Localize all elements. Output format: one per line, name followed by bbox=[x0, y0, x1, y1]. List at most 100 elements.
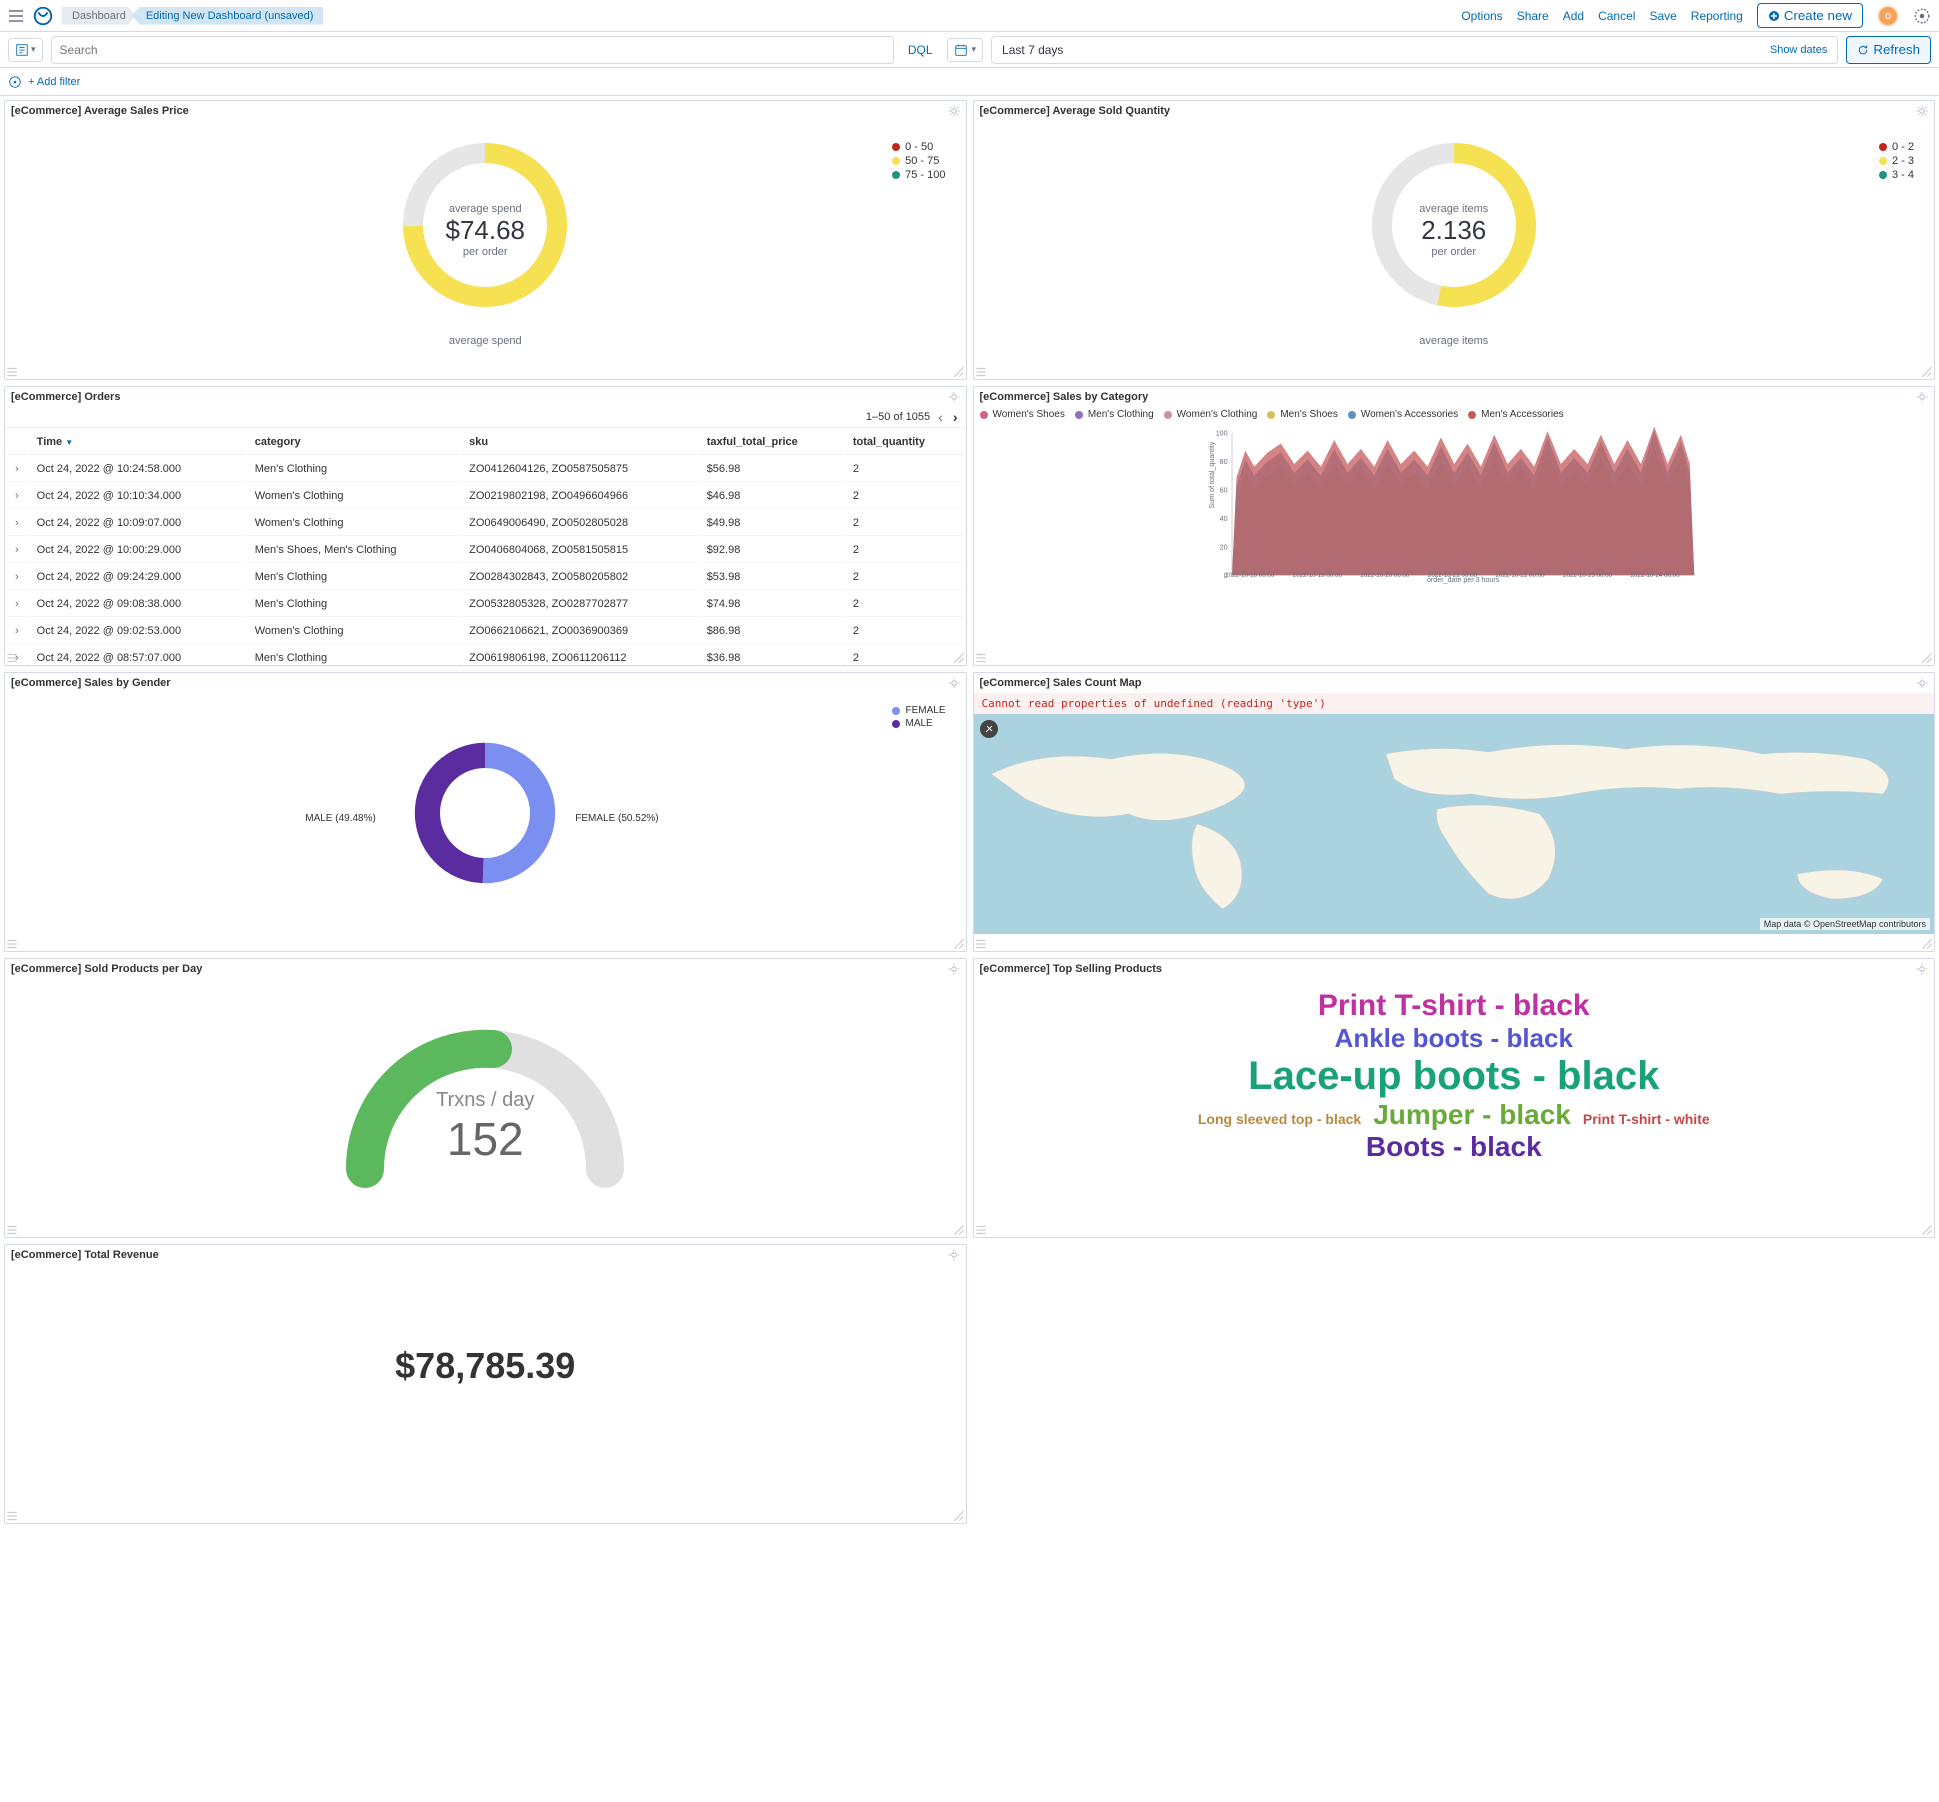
filter-settings-icon[interactable] bbox=[8, 75, 22, 89]
expand-row-icon[interactable]: › bbox=[7, 457, 27, 482]
word-cloud[interactable]: Print T-shirt - blackAnkle boots - black… bbox=[974, 979, 1935, 1173]
time-range[interactable]: Last 7 days Show dates bbox=[991, 36, 1838, 64]
resize-handle-icon[interactable] bbox=[952, 365, 966, 379]
legend-item[interactable]: 75 - 100 bbox=[892, 169, 945, 181]
legend-item[interactable]: 2 - 3 bbox=[1879, 155, 1914, 167]
panel-top-selling-products[interactable]: [eCommerce] Top Selling Products Print T… bbox=[973, 958, 1936, 1238]
panel-sales-count-map[interactable]: [eCommerce] Sales Count Map Cannot read … bbox=[973, 672, 1936, 952]
expand-row-icon[interactable]: › bbox=[7, 511, 27, 536]
resize-handle-icon[interactable] bbox=[1920, 1223, 1934, 1237]
wordcloud-term[interactable]: Ankle boots - black bbox=[1329, 1023, 1579, 1054]
legend-item[interactable]: 0 - 2 bbox=[1879, 141, 1914, 153]
wordcloud-term[interactable]: Long sleeved top - black bbox=[1192, 1111, 1367, 1127]
gear-icon[interactable] bbox=[948, 1249, 960, 1261]
resize-handle-icon[interactable] bbox=[1920, 937, 1934, 951]
resize-handle-icon[interactable] bbox=[952, 937, 966, 951]
wordcloud-term[interactable]: Jumper - black bbox=[1367, 1099, 1577, 1131]
gear-icon[interactable] bbox=[1916, 391, 1928, 403]
resize-handle-icon[interactable] bbox=[952, 651, 966, 665]
resize-handle-icon[interactable] bbox=[1920, 365, 1934, 379]
expand-row-icon[interactable]: › bbox=[7, 592, 27, 617]
gear-icon[interactable] bbox=[1916, 677, 1928, 689]
table-row[interactable]: ›Oct 24, 2022 @ 09:24:29.000Men's Clothi… bbox=[7, 565, 964, 590]
panel-sales-by-gender[interactable]: [eCommerce] Sales by Gender FEMALEMALE M… bbox=[4, 672, 967, 952]
resize-handle-icon[interactable] bbox=[952, 1509, 966, 1523]
table-row[interactable]: ›Oct 24, 2022 @ 10:10:34.000Women's Clot… bbox=[7, 484, 964, 509]
gear-icon[interactable] bbox=[948, 963, 960, 975]
gear-icon[interactable] bbox=[1916, 105, 1928, 117]
legend-item[interactable]: 3 - 4 bbox=[1879, 169, 1914, 181]
legend-item[interactable]: Men's Accessories bbox=[1468, 409, 1564, 420]
show-dates-link[interactable]: Show dates bbox=[1770, 44, 1827, 56]
table-row[interactable]: ›Oct 24, 2022 @ 10:09:07.000Women's Clot… bbox=[7, 511, 964, 536]
legend-item[interactable]: Men's Clothing bbox=[1075, 409, 1154, 420]
legend-item[interactable]: 0 - 50 bbox=[892, 141, 945, 153]
panel-avg-sold-quantity[interactable]: [eCommerce] Average Sold Quantity 0 - 22… bbox=[973, 100, 1936, 380]
table-row[interactable]: ›Oct 24, 2022 @ 10:00:29.000Men's Shoes,… bbox=[7, 538, 964, 563]
reporting-link[interactable]: Reporting bbox=[1691, 9, 1743, 23]
panel-sold-products-per-day[interactable]: [eCommerce] Sold Products per Day Trxns … bbox=[4, 958, 967, 1238]
area-chart[interactable]: 020406080100 Sum of total_quantity 2022-… bbox=[980, 424, 1929, 584]
drag-handle-icon[interactable] bbox=[5, 365, 19, 379]
newsfeed-icon[interactable] bbox=[1913, 7, 1931, 25]
drag-handle-icon[interactable] bbox=[5, 1223, 19, 1237]
table-row[interactable]: ›Oct 24, 2022 @ 08:57:07.000Men's Clothi… bbox=[7, 646, 964, 671]
next-page-button[interactable]: › bbox=[951, 409, 960, 425]
gear-icon[interactable] bbox=[948, 677, 960, 689]
drag-handle-icon[interactable] bbox=[5, 651, 19, 665]
share-link[interactable]: Share bbox=[1517, 9, 1549, 23]
wordcloud-term[interactable]: Print T-shirt - black bbox=[1312, 989, 1596, 1023]
options-link[interactable]: Options bbox=[1461, 9, 1502, 23]
map-tools-button[interactable] bbox=[980, 720, 998, 738]
time-quick-select[interactable]: ▾ bbox=[947, 38, 984, 62]
save-link[interactable]: Save bbox=[1649, 9, 1676, 23]
prev-page-button[interactable]: ‹ bbox=[936, 409, 945, 425]
add-link[interactable]: Add bbox=[1563, 9, 1584, 23]
table-header[interactable]: taxful_total_price bbox=[699, 430, 843, 455]
legend-item[interactable]: Women's Clothing bbox=[1164, 409, 1258, 420]
table-header[interactable]: total_quantity bbox=[845, 430, 964, 455]
wordcloud-term[interactable]: Lace-up boots - black bbox=[1242, 1054, 1665, 1099]
gear-icon[interactable] bbox=[948, 391, 960, 403]
panel-orders[interactable]: [eCommerce] Orders 1–50 of 1055 ‹ › Time… bbox=[4, 386, 967, 666]
breadcrumb-dashboard[interactable]: Dashboard bbox=[62, 7, 136, 25]
table-row[interactable]: ›Oct 24, 2022 @ 09:08:38.000Men's Clothi… bbox=[7, 592, 964, 617]
table-row[interactable]: ›Oct 24, 2022 @ 10:24:58.000Men's Clothi… bbox=[7, 457, 964, 482]
legend-item[interactable]: Women's Accessories bbox=[1348, 409, 1458, 420]
resize-handle-icon[interactable] bbox=[952, 1223, 966, 1237]
wordcloud-term[interactable]: Boots - black bbox=[1360, 1131, 1548, 1163]
filter-toggle[interactable]: ▾ bbox=[8, 38, 43, 62]
wordcloud-term[interactable]: Print T-shirt - white bbox=[1577, 1111, 1716, 1127]
donut-chart[interactable] bbox=[395, 723, 575, 903]
legend-item[interactable]: 50 - 75 bbox=[892, 155, 945, 167]
panel-total-revenue[interactable]: [eCommerce] Total Revenue $78,785.39 bbox=[4, 1244, 967, 1524]
panel-avg-sales-price[interactable]: [eCommerce] Average Sales Price 0 - 5050… bbox=[4, 100, 967, 380]
expand-row-icon[interactable]: › bbox=[7, 538, 27, 563]
drag-handle-icon[interactable] bbox=[974, 1223, 988, 1237]
user-avatar[interactable]: o bbox=[1877, 5, 1899, 27]
expand-row-icon[interactable]: › bbox=[7, 619, 27, 644]
breadcrumb-current[interactable]: Editing New Dashboard (unsaved) bbox=[132, 7, 324, 25]
add-filter-button[interactable]: + Add filter bbox=[28, 76, 80, 88]
search-input[interactable] bbox=[51, 36, 894, 64]
world-map[interactable] bbox=[974, 714, 1935, 934]
resize-handle-icon[interactable] bbox=[1920, 651, 1934, 665]
legend-item[interactable]: Men's Shoes bbox=[1267, 409, 1338, 420]
cancel-link[interactable]: Cancel bbox=[1598, 9, 1635, 23]
table-header[interactable]: sku bbox=[461, 430, 697, 455]
drag-handle-icon[interactable] bbox=[5, 1509, 19, 1523]
drag-handle-icon[interactable] bbox=[974, 651, 988, 665]
drag-handle-icon[interactable] bbox=[974, 937, 988, 951]
table-header[interactable]: Time ▼ bbox=[29, 430, 245, 455]
drag-handle-icon[interactable] bbox=[5, 937, 19, 951]
drag-handle-icon[interactable] bbox=[974, 365, 988, 379]
expand-row-icon[interactable]: › bbox=[7, 484, 27, 509]
expand-row-icon[interactable]: › bbox=[7, 565, 27, 590]
dql-toggle[interactable]: DQL bbox=[902, 43, 939, 57]
refresh-button[interactable]: Refresh bbox=[1846, 36, 1931, 64]
gear-icon[interactable] bbox=[948, 105, 960, 117]
menu-icon[interactable] bbox=[8, 8, 24, 24]
legend-item[interactable]: Women's Shoes bbox=[980, 409, 1065, 420]
gear-icon[interactable] bbox=[1916, 963, 1928, 975]
app-logo[interactable] bbox=[32, 5, 54, 27]
